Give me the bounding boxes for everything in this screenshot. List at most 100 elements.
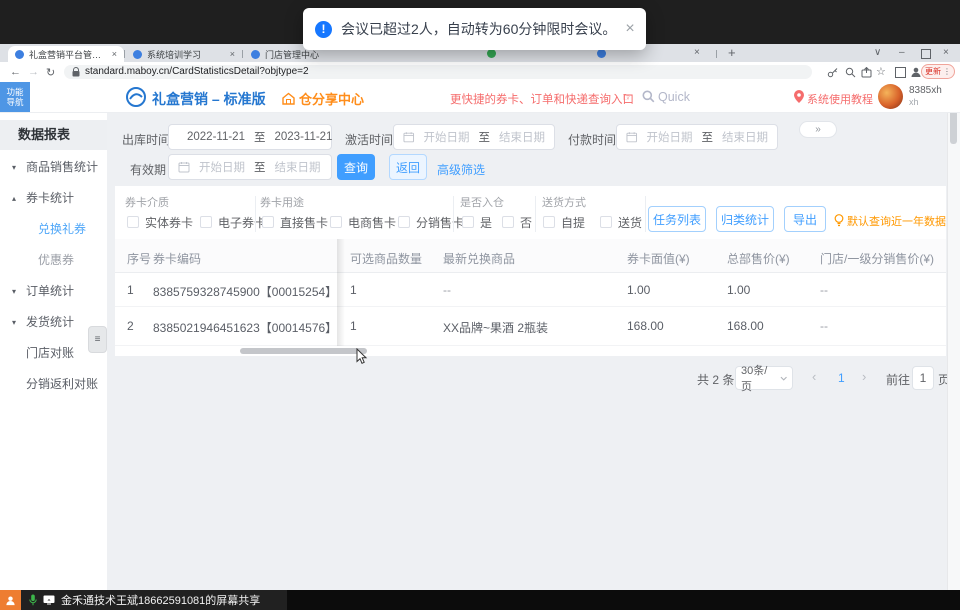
group-label-delivery: 送货方式 (542, 197, 586, 209)
bookmark-star-icon[interactable]: ☆ (876, 65, 886, 78)
activate-date-range[interactable]: 开始日期 至 结束日期 (393, 124, 555, 150)
user-avatar[interactable] (878, 84, 903, 109)
checkbox-warehouse-yes[interactable]: 是 (462, 215, 493, 230)
checkbox-icon[interactable] (330, 216, 342, 228)
checkbox-label: 电商售卡 (348, 215, 397, 230)
vertical-scrollbar-track[interactable] (947, 82, 960, 590)
side-panel-icon[interactable] (895, 67, 906, 78)
tab-close-icon[interactable]: × (112, 49, 117, 59)
outbound-date-range[interactable]: 2022-11-21 至 2023-11-21 (168, 124, 332, 150)
tab-close-icon[interactable]: × (694, 47, 700, 58)
tab-divider (242, 50, 243, 58)
window-chevron-icon[interactable]: ∨ (874, 47, 881, 58)
export-button[interactable]: 导出 (784, 206, 826, 232)
checkbox-icon[interactable] (543, 216, 555, 228)
checkbox-distribution-sale[interactable]: 分销售卡 (398, 215, 464, 230)
checkbox-icon[interactable] (262, 216, 274, 228)
payment-date-range[interactable]: 开始日期 至 结束日期 (616, 124, 778, 150)
checkbox-icon[interactable] (127, 216, 139, 228)
nav-toggle-button[interactable]: 功能 导航 (0, 82, 30, 112)
group-label-usage: 券卡用途 (260, 197, 304, 209)
reload-icon[interactable]: ↻ (46, 66, 55, 79)
window-minimize-button[interactable]: – (899, 47, 905, 58)
checkbox-direct-sale[interactable]: 直接售卡 (262, 215, 329, 230)
back-icon[interactable]: ← (10, 66, 21, 78)
app-header: 功能 导航 礼盒营销 – 标准版 仓分享中心 更快捷的券卡、订单和快递查询入口 … (0, 82, 960, 113)
column-header: 最新兑换商品 (443, 252, 516, 266)
forward-icon[interactable]: → (28, 66, 39, 78)
double-chevron-icon: » (815, 124, 821, 135)
checkbox-icon[interactable] (462, 216, 474, 228)
checkbox-icon[interactable] (398, 216, 410, 228)
hand-pointer-icon: ☞ (622, 90, 633, 104)
back-button-label: 返回 (395, 160, 420, 175)
share-icon[interactable] (861, 67, 872, 78)
checkbox-label: 直接售卡 (280, 215, 329, 230)
column-header: 券卡编码 (153, 252, 202, 266)
window-close-button[interactable]: × (943, 47, 949, 58)
goto-page-input[interactable]: 1 (912, 366, 934, 390)
page-number-current[interactable]: 1 (838, 371, 845, 385)
sidebar-item-label: 分销返利对账 (26, 377, 99, 391)
validity-date-range[interactable]: 开始日期 至 结束日期 (168, 154, 332, 180)
checkbox-label: 是 (480, 215, 493, 230)
search-button-label: 查询 (343, 160, 368, 175)
sidebar-item-rebate-reconciliation[interactable]: 分销返利对账 (0, 369, 107, 400)
browser-toolbar: ← → ↻ standard.maboy.cn/CardStatisticsDe… (0, 62, 960, 83)
browser-tab-2[interactable]: 系统培训学习 × (126, 46, 242, 62)
search-button[interactable]: 查询 (337, 154, 375, 180)
browser-update-button[interactable]: 更新 ⋮ (921, 64, 955, 79)
page-size-select[interactable]: 30条/页 (735, 365, 793, 393)
next-page-button[interactable]: › (862, 369, 866, 384)
new-tab-button[interactable]: + (728, 45, 736, 60)
task-list-button[interactable]: 任务列表 (648, 206, 706, 232)
cell-face-value: 168.00 (627, 319, 664, 333)
share-center-link[interactable]: 仓分享中心 (282, 89, 364, 108)
quick-search-link[interactable]: Quick (658, 90, 690, 104)
sidebar-item-discount-coupon[interactable]: 优惠券 (0, 245, 107, 276)
kebab-menu-icon[interactable]: ⋮ (943, 67, 951, 76)
checkbox-warehouse-no[interactable]: 否 (502, 215, 532, 230)
checkbox-deliver[interactable]: 送货 (600, 215, 642, 230)
sidebar-item-card-stats[interactable]: ▴ 券卡统计 (0, 183, 107, 214)
horizontal-scrollbar[interactable] (240, 348, 367, 354)
cell-store-price: -- (820, 283, 828, 297)
pagination-total: 共 2 条 (697, 373, 735, 387)
window-maximize-button[interactable] (921, 49, 931, 59)
browser-tab-1[interactable]: 礼盒营销平台管理中心 × (8, 46, 124, 62)
table-row[interactable]: 2 8385021946451623【00014576】 1 XX品牌~果酒 2… (115, 307, 946, 346)
tab-close-icon[interactable]: × (230, 49, 235, 59)
participant-icon-tile[interactable] (0, 590, 21, 610)
sidebar-item-gift-coupon[interactable]: 兑换礼券 (0, 214, 107, 245)
advanced-filter-link[interactable]: 高级筛选 (437, 161, 485, 178)
url-bar[interactable]: standard.maboy.cn/CardStatisticsDetail?o… (64, 64, 812, 79)
checkbox-self-pickup[interactable]: 自提 (543, 215, 585, 230)
cell-face-value: 1.00 (627, 283, 651, 297)
checkbox-e-card[interactable]: 电子券卡 (200, 215, 266, 230)
user-subname: xh (909, 97, 919, 107)
sidebar-collapse-handle[interactable]: ≡ (88, 326, 107, 353)
checkbox-icon[interactable] (200, 216, 212, 228)
table-row[interactable]: 1 8385759328745900【00015254】 1 -- 1.00 1… (115, 273, 946, 307)
fixed-column-shadow (337, 239, 345, 346)
quick-entry-link[interactable]: 更快捷的券卡、订单和快递查询入口 (450, 91, 634, 107)
sidebar-item-goods-sales[interactable]: ▾ 商品销售统计 (0, 152, 107, 183)
zoom-icon[interactable] (845, 67, 856, 78)
collapse-filters-button[interactable]: » (799, 121, 837, 138)
checkbox-ecommerce-sale[interactable]: 电商售卡 (330, 215, 397, 230)
checkbox-label: 实体券卡 (145, 215, 194, 230)
checkbox-physical-card[interactable]: 实体券卡 (127, 215, 194, 230)
person-icon (6, 595, 15, 605)
back-button[interactable]: 返回 (389, 154, 427, 180)
tutorial-link[interactable]: 系统使用教程 (807, 91, 873, 107)
checkbox-icon[interactable] (600, 216, 612, 228)
key-icon[interactable] (827, 67, 838, 78)
close-icon[interactable]: × (625, 20, 634, 38)
filter-label-outbound: 出库时间 (122, 133, 171, 147)
sidebar-item-order-stats[interactable]: ▾ 订单统计 (0, 276, 107, 307)
tab-divider (716, 50, 717, 58)
checkbox-icon[interactable] (502, 216, 514, 228)
classify-stats-button[interactable]: 归类统计 (716, 206, 774, 232)
cell-index: 2 (127, 319, 134, 333)
prev-page-button[interactable]: ‹ (812, 369, 816, 384)
